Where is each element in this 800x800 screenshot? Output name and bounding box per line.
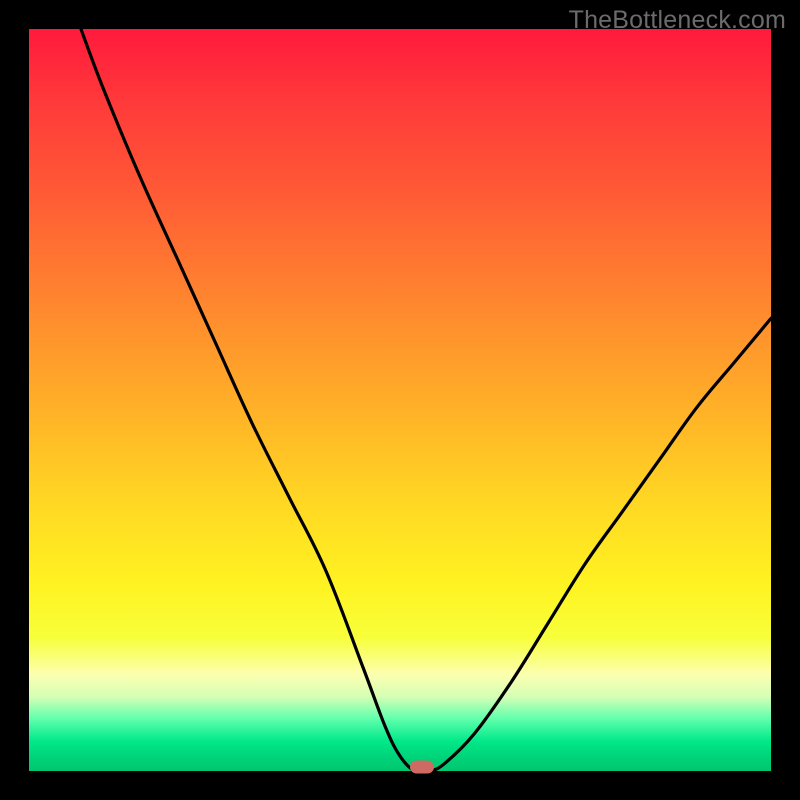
chart-frame: TheBottleneck.com <box>0 0 800 800</box>
minimum-marker <box>410 761 434 774</box>
watermark-text: TheBottleneck.com <box>569 6 786 35</box>
bottleneck-curve <box>29 29 771 771</box>
